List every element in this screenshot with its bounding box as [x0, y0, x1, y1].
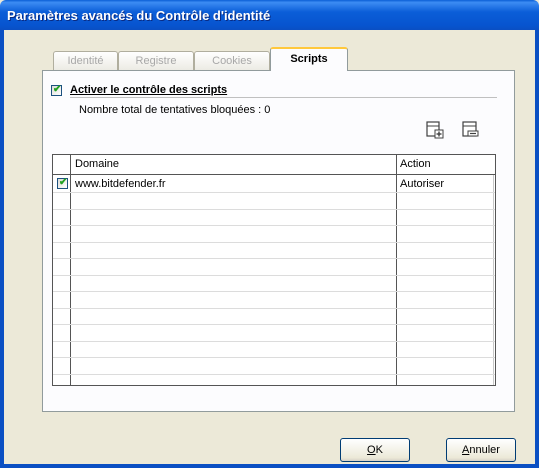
table-row-line	[53, 374, 495, 375]
table-row-line	[53, 275, 495, 276]
edit-rule-icon[interactable]	[461, 120, 481, 140]
table-row-line	[53, 242, 495, 243]
ok-label-rest: K	[375, 444, 383, 456]
domain-table[interactable]: Domaine Action ✔ www.bitdefender.fr Auto…	[52, 154, 496, 386]
row-action[interactable]: Autoriser	[400, 178, 444, 190]
column-header-domain[interactable]: Domaine	[75, 158, 119, 170]
table-row-line	[53, 357, 495, 358]
table-row-line	[53, 308, 495, 309]
row-checkbox[interactable]: ✔	[57, 177, 68, 189]
enable-scripts-label[interactable]: Activer le contrôle des scripts	[70, 84, 227, 96]
enable-scripts-checkbox[interactable]: ✔	[51, 84, 62, 96]
checkmark-icon: ✔	[59, 177, 68, 188]
table-row-line	[53, 291, 495, 292]
table-row-line	[53, 209, 495, 210]
section-divider	[70, 97, 497, 98]
blocked-count-text: Nombre total de tentatives bloquées : 0	[79, 104, 271, 116]
table-row-line	[53, 225, 495, 226]
table-row-line	[53, 258, 495, 259]
table-header: Domaine Action	[53, 155, 495, 175]
ok-hotkey: O	[367, 444, 376, 456]
tab-registre[interactable]: Registre	[118, 51, 194, 70]
window-frame-bottom	[0, 464, 539, 468]
column-divider	[396, 155, 397, 385]
add-rule-icon[interactable]	[425, 120, 445, 140]
cancel-button[interactable]: Annuler	[446, 438, 516, 462]
column-divider	[70, 155, 71, 385]
title-bar[interactable]: Paramètres avancés du Contrôle d'identit…	[0, 0, 539, 30]
tab-identite[interactable]: Identité	[53, 51, 118, 70]
table-row-line	[53, 324, 495, 325]
cancel-label-rest: nnuler	[469, 444, 500, 456]
table-row-line	[53, 341, 495, 342]
window-frame-right	[535, 30, 539, 468]
window-title: Paramètres avancés du Contrôle d'identit…	[7, 8, 271, 23]
window-frame-left	[0, 30, 4, 468]
column-header-action[interactable]: Action	[400, 158, 431, 170]
tab-cookies[interactable]: Cookies	[194, 51, 270, 70]
row-domain[interactable]: www.bitdefender.fr	[75, 178, 166, 190]
checkmark-icon: ✔	[53, 84, 62, 95]
table-row-line	[53, 192, 495, 193]
tab-scripts[interactable]: Scripts	[270, 47, 348, 71]
column-divider	[493, 175, 494, 385]
ok-button[interactable]: OK	[340, 438, 410, 462]
